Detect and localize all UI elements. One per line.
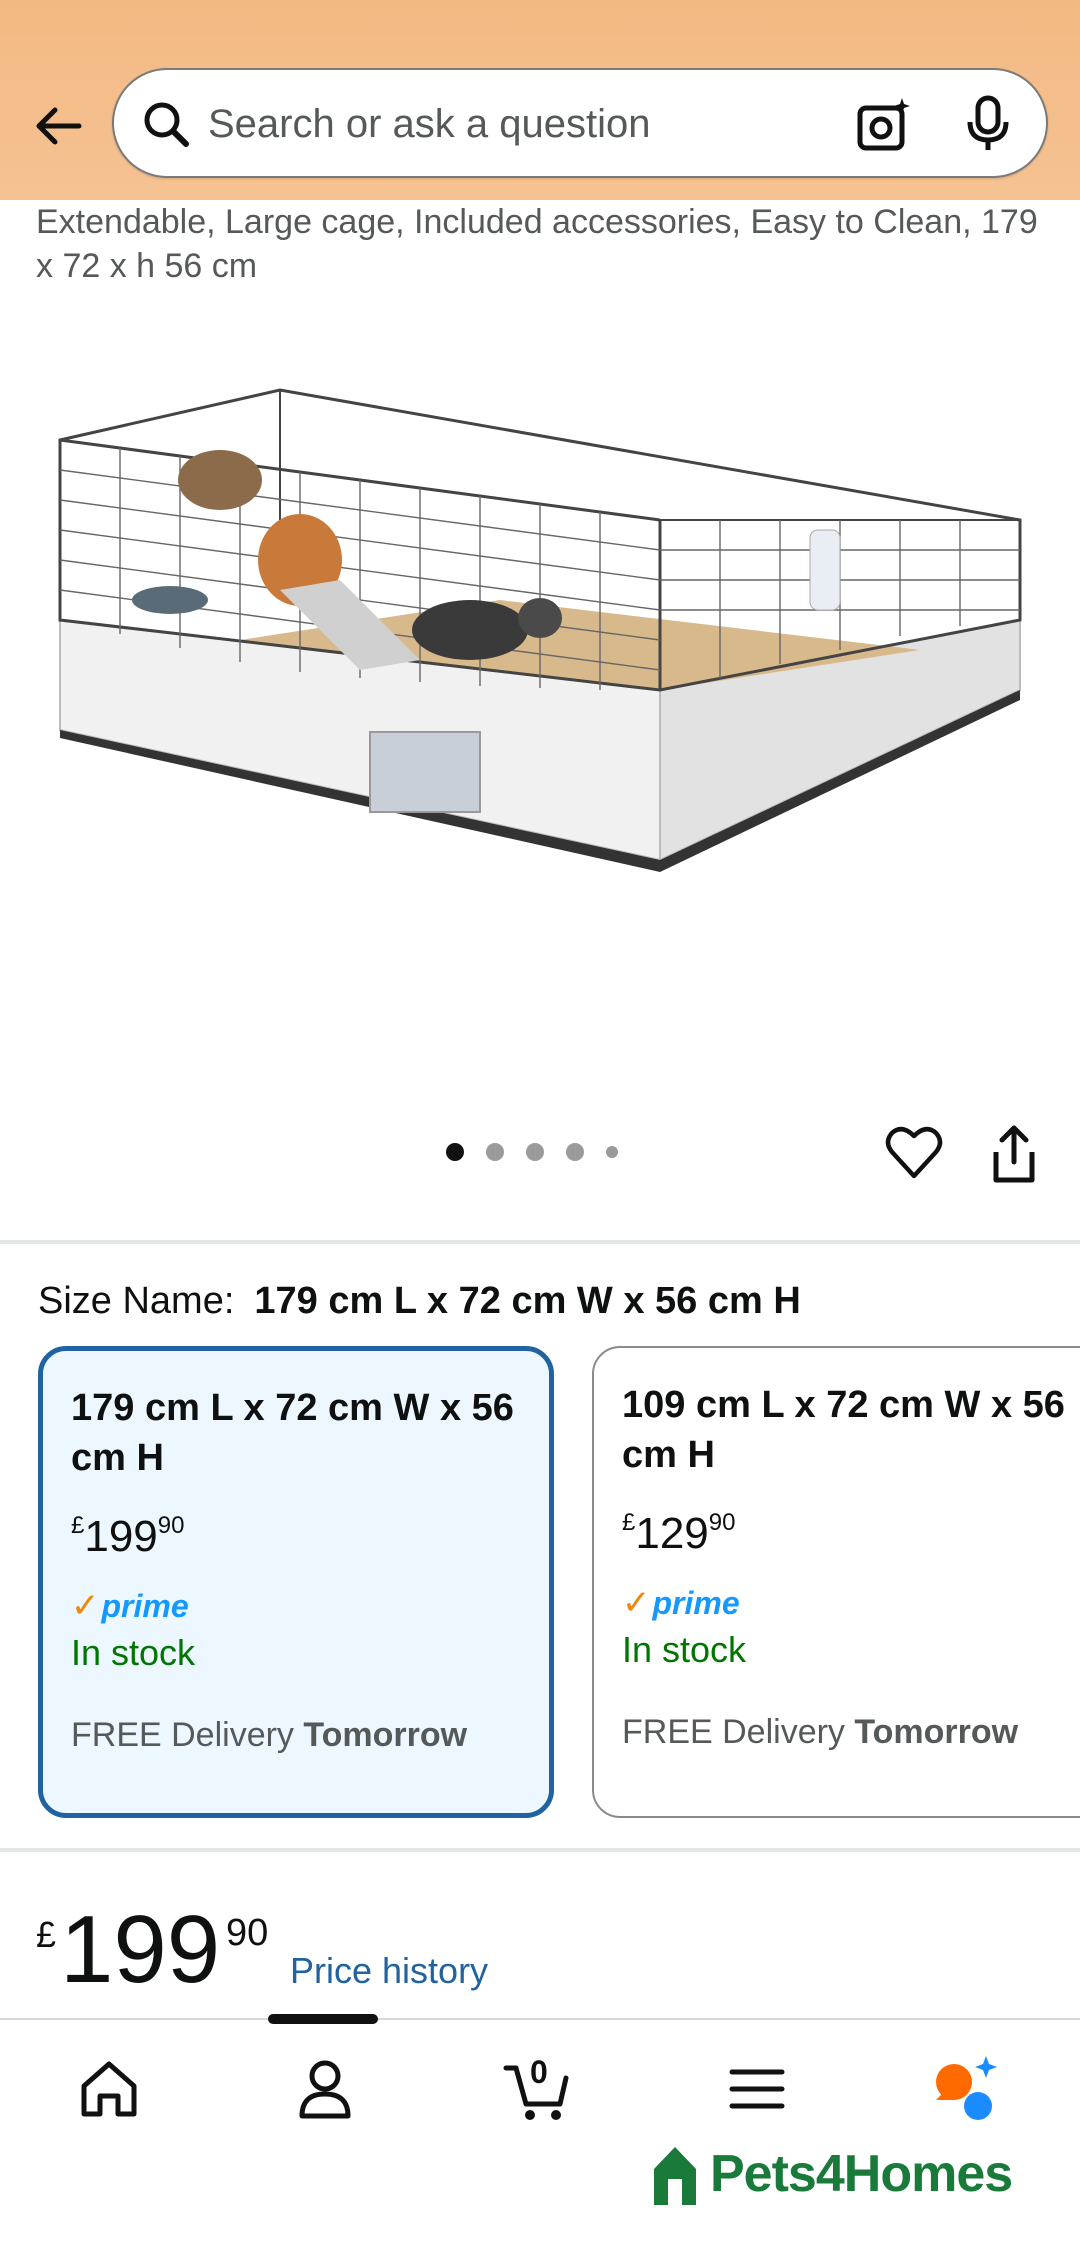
price-whole: 129 <box>635 1509 709 1558</box>
carousel-dot[interactable] <box>606 1146 618 1158</box>
prime-check-icon: ✓ <box>71 1587 100 1625</box>
delivery-prefix: FREE Delivery <box>622 1713 845 1751</box>
main-price-whole: 199 <box>60 1896 221 2003</box>
size-option-price: £19990 <box>71 1501 521 1562</box>
prime-text: prime <box>652 1584 740 1621</box>
carousel-dot[interactable] <box>486 1143 504 1161</box>
divider <box>0 1848 1080 1852</box>
rufus-assistant-icon[interactable] <box>932 2054 1002 2124</box>
size-name-key: Size Name: <box>38 1280 235 1322</box>
main-price-fraction: 90 <box>226 1912 269 1954</box>
prime-badge: ✓ prime <box>71 1586 521 1626</box>
price-fraction: 90 <box>157 1512 185 1539</box>
delivery-info: FREE Delivery Tomorrow <box>622 1713 1080 1752</box>
pets4homes-logo: Pets4Homes <box>646 2134 1013 2214</box>
cart-button[interactable]: 0 <box>502 2054 572 2124</box>
price-currency: £ <box>71 1512 85 1539</box>
prime-badge: ✓ prime <box>622 1583 1080 1623</box>
search-input[interactable]: Search or ask a question <box>112 68 1048 178</box>
size-name-label: Size Name: 179 cm L x 72 cm W x 56 cm H <box>38 1280 801 1323</box>
size-option-price: £12990 <box>622 1498 1080 1559</box>
delivery-day: Tomorrow <box>303 1716 468 1754</box>
back-arrow-icon <box>36 107 82 145</box>
price-history-link[interactable]: Price history <box>290 1950 488 1992</box>
menu-icon[interactable] <box>722 2054 792 2124</box>
carousel-dot[interactable] <box>446 1143 464 1161</box>
size-option-title: 109 cm L x 72 cm W x 56 cm H <box>622 1384 1065 1476</box>
size-option-179cm[interactable]: 179 cm L x 72 cm W x 56 cm H £19990 ✓ pri… <box>38 1346 554 1818</box>
main-price-currency: £ <box>36 1914 57 1955</box>
stock-status: In stock <box>71 1632 196 1673</box>
account-icon[interactable] <box>290 2054 360 2124</box>
search-icon <box>144 102 189 147</box>
size-option-109cm[interactable]: 109 cm L x 72 cm W x 56 cm H £12990 ✓ pri… <box>592 1346 1080 1818</box>
price-fraction: 90 <box>708 1509 736 1536</box>
prime-check-icon: ✓ <box>622 1584 651 1622</box>
microphone-icon[interactable] <box>960 94 1016 154</box>
carousel-dot[interactable] <box>526 1143 544 1161</box>
size-option-title: 179 cm L x 72 cm W x 56 cm H <box>71 1387 514 1479</box>
divider <box>0 1240 1080 1244</box>
house-logo-icon <box>654 2147 696 2205</box>
product-title: Extendable, Large cage, Included accesso… <box>36 203 1038 285</box>
brand-name: Pets4Homes <box>710 2145 1013 2203</box>
price-whole: 199 <box>84 1512 158 1561</box>
delivery-info: FREE Delivery Tomorrow <box>71 1716 521 1755</box>
search-placeholder: Search or ask a question <box>208 102 651 146</box>
heart-icon[interactable] <box>884 1122 944 1182</box>
size-name-value: 179 cm L x 72 cm W x 56 cm H <box>254 1280 801 1322</box>
cart-count: 0 <box>530 2054 548 2090</box>
price-currency: £ <box>622 1509 636 1536</box>
product-image[interactable] <box>40 360 1040 980</box>
nav-active-indicator <box>268 2014 378 2024</box>
prime-text: prime <box>101 1587 189 1624</box>
share-icon[interactable] <box>984 1122 1044 1186</box>
image-carousel-indicator[interactable] <box>446 1140 618 1164</box>
stock-status: In stock <box>622 1629 747 1670</box>
carousel-dot[interactable] <box>566 1143 584 1161</box>
home-icon[interactable] <box>74 2054 144 2124</box>
back-button[interactable] <box>28 96 88 156</box>
delivery-day: Tomorrow <box>854 1713 1019 1751</box>
delivery-prefix: FREE Delivery <box>71 1716 294 1754</box>
camera-lens-icon[interactable] <box>854 96 914 156</box>
header-bar: Search or ask a question <box>0 0 1080 200</box>
